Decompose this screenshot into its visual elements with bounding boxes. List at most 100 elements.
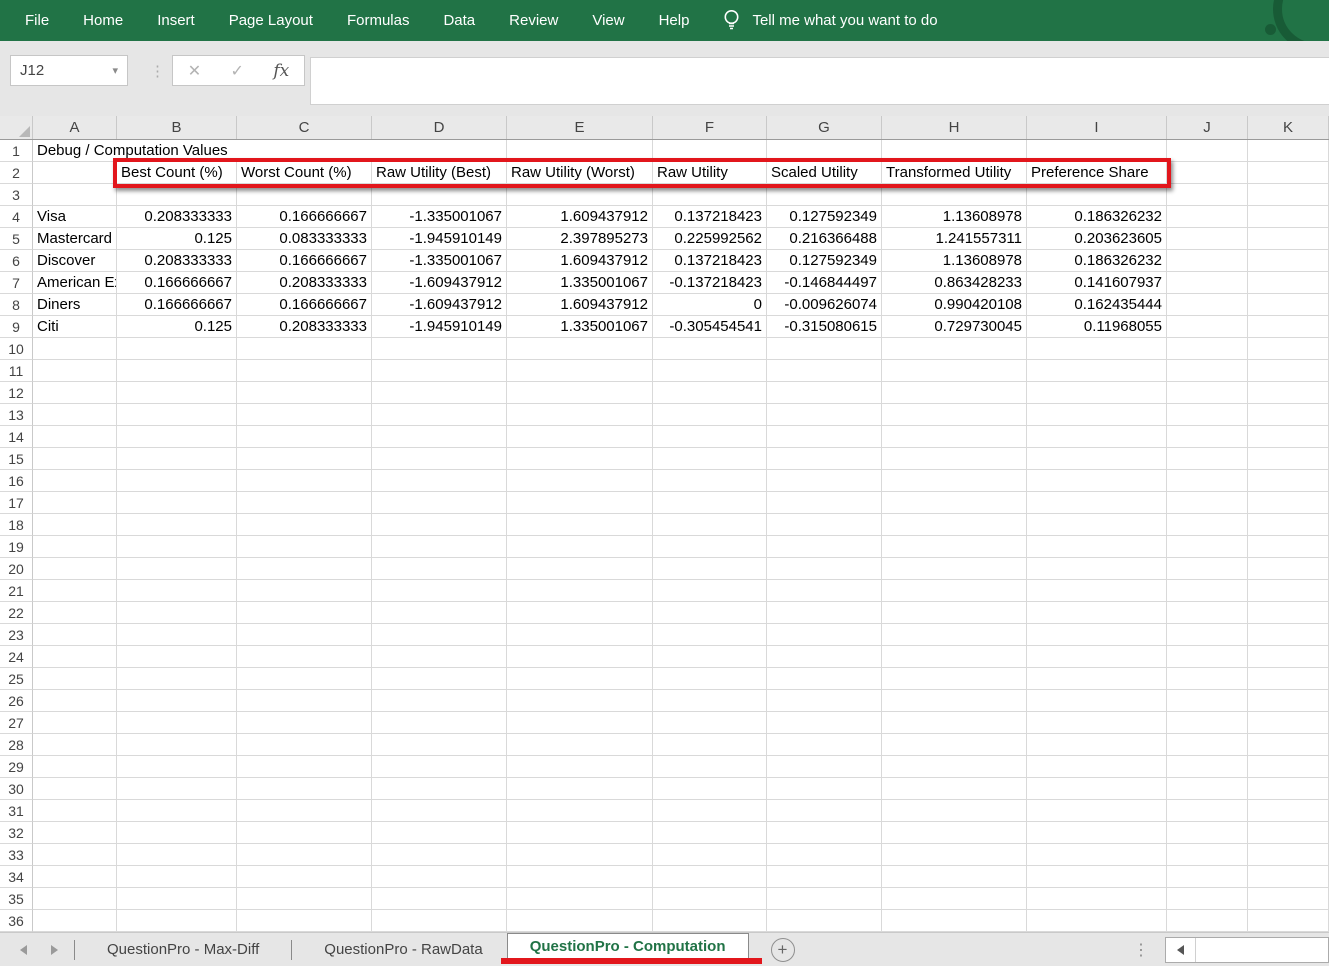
cell-G3[interactable] (767, 184, 882, 206)
row-header-2[interactable]: 2 (0, 162, 33, 184)
cancel-icon[interactable]: ✕ (188, 61, 201, 81)
ribbon-tab-data[interactable]: Data (426, 0, 492, 41)
formula-bar-drag-handle-icon[interactable]: ⋮ (150, 55, 165, 86)
cell-C19[interactable] (237, 536, 372, 558)
cell-K20[interactable] (1248, 558, 1329, 580)
col-header-G[interactable]: G (767, 116, 882, 139)
cell-A22[interactable] (33, 602, 117, 624)
cell-H20[interactable] (882, 558, 1027, 580)
cell-D16[interactable] (372, 470, 507, 492)
row-header-15[interactable]: 15 (0, 448, 33, 470)
cell-K11[interactable] (1248, 360, 1329, 382)
cell-F12[interactable] (653, 382, 767, 404)
cell-G26[interactable] (767, 690, 882, 712)
formula-bar-input[interactable] (310, 57, 1329, 105)
cell-A21[interactable] (33, 580, 117, 602)
cell-F13[interactable] (653, 404, 767, 426)
cell-E35[interactable] (507, 888, 653, 910)
cell-G25[interactable] (767, 668, 882, 690)
cell-C31[interactable] (237, 800, 372, 822)
row-header-31[interactable]: 31 (0, 800, 33, 822)
cell-D14[interactable] (372, 426, 507, 448)
cell-F5[interactable]: 0.225992562 (653, 228, 767, 250)
cell-H17[interactable] (882, 492, 1027, 514)
cell-D8[interactable]: -1.609437912 (372, 294, 507, 316)
cell-D17[interactable] (372, 492, 507, 514)
cell-E11[interactable] (507, 360, 653, 382)
cell-J24[interactable] (1167, 646, 1248, 668)
cell-A8[interactable]: Diners (33, 294, 117, 316)
cell-D9[interactable]: -1.945910149 (372, 316, 507, 338)
cell-J35[interactable] (1167, 888, 1248, 910)
cell-B5[interactable]: 0.125 (117, 228, 237, 250)
cell-B6[interactable]: 0.208333333 (117, 250, 237, 272)
sheet-tab-computation-active[interactable]: QuestionPro - Computation (507, 933, 749, 959)
cell-G2[interactable]: Scaled Utility (767, 162, 882, 184)
cell-J16[interactable] (1167, 470, 1248, 492)
cell-G34[interactable] (767, 866, 882, 888)
row-header-20[interactable]: 20 (0, 558, 33, 580)
cell-A27[interactable] (33, 712, 117, 734)
col-header-D[interactable]: D (372, 116, 507, 139)
cell-H15[interactable] (882, 448, 1027, 470)
cell-B22[interactable] (117, 602, 237, 624)
cell-C4[interactable]: 0.166666667 (237, 206, 372, 228)
cell-H6[interactable]: 1.13608978 (882, 250, 1027, 272)
cell-G20[interactable] (767, 558, 882, 580)
cell-C8[interactable]: 0.166666667 (237, 294, 372, 316)
cell-F34[interactable] (653, 866, 767, 888)
cell-D31[interactable] (372, 800, 507, 822)
cell-D13[interactable] (372, 404, 507, 426)
cell-K32[interactable] (1248, 822, 1329, 844)
cell-J3[interactable] (1167, 184, 1248, 206)
cell-G18[interactable] (767, 514, 882, 536)
cell-I15[interactable] (1027, 448, 1167, 470)
cell-I19[interactable] (1027, 536, 1167, 558)
cell-A30[interactable] (33, 778, 117, 800)
cell-H32[interactable] (882, 822, 1027, 844)
row-header-7[interactable]: 7 (0, 272, 33, 294)
cell-C16[interactable] (237, 470, 372, 492)
cell-K17[interactable] (1248, 492, 1329, 514)
cell-G21[interactable] (767, 580, 882, 602)
cell-E24[interactable] (507, 646, 653, 668)
cell-B29[interactable] (117, 756, 237, 778)
cell-J20[interactable] (1167, 558, 1248, 580)
row-header-27[interactable]: 27 (0, 712, 33, 734)
cell-H21[interactable] (882, 580, 1027, 602)
cell-H35[interactable] (882, 888, 1027, 910)
col-header-K[interactable]: K (1248, 116, 1329, 139)
cell-K24[interactable] (1248, 646, 1329, 668)
cell-A10[interactable] (33, 338, 117, 360)
cell-A18[interactable] (33, 514, 117, 536)
cell-E27[interactable] (507, 712, 653, 734)
cell-B19[interactable] (117, 536, 237, 558)
cell-G5[interactable]: 0.216366488 (767, 228, 882, 250)
cell-E16[interactable] (507, 470, 653, 492)
cell-J22[interactable] (1167, 602, 1248, 624)
cell-C12[interactable] (237, 382, 372, 404)
cell-F23[interactable] (653, 624, 767, 646)
row-header-34[interactable]: 34 (0, 866, 33, 888)
cell-B3[interactable] (117, 184, 237, 206)
row-header-14[interactable]: 14 (0, 426, 33, 448)
cell-E18[interactable] (507, 514, 653, 536)
cell-H2[interactable]: Transformed Utility (882, 162, 1027, 184)
cell-A13[interactable] (33, 404, 117, 426)
cell-E17[interactable] (507, 492, 653, 514)
cell-D33[interactable] (372, 844, 507, 866)
namebox-dropdown-icon[interactable]: ▾ (112, 64, 118, 77)
cell-I16[interactable] (1027, 470, 1167, 492)
cell-B12[interactable] (117, 382, 237, 404)
cell-I26[interactable] (1027, 690, 1167, 712)
cell-D2[interactable]: Raw Utility (Best) (372, 162, 507, 184)
cell-H13[interactable] (882, 404, 1027, 426)
cell-H12[interactable] (882, 382, 1027, 404)
cell-F18[interactable] (653, 514, 767, 536)
ribbon-tab-file[interactable]: File (0, 0, 66, 41)
cell-E30[interactable] (507, 778, 653, 800)
cell-K23[interactable] (1248, 624, 1329, 646)
cell-G17[interactable] (767, 492, 882, 514)
cell-C23[interactable] (237, 624, 372, 646)
cell-K7[interactable] (1248, 272, 1329, 294)
